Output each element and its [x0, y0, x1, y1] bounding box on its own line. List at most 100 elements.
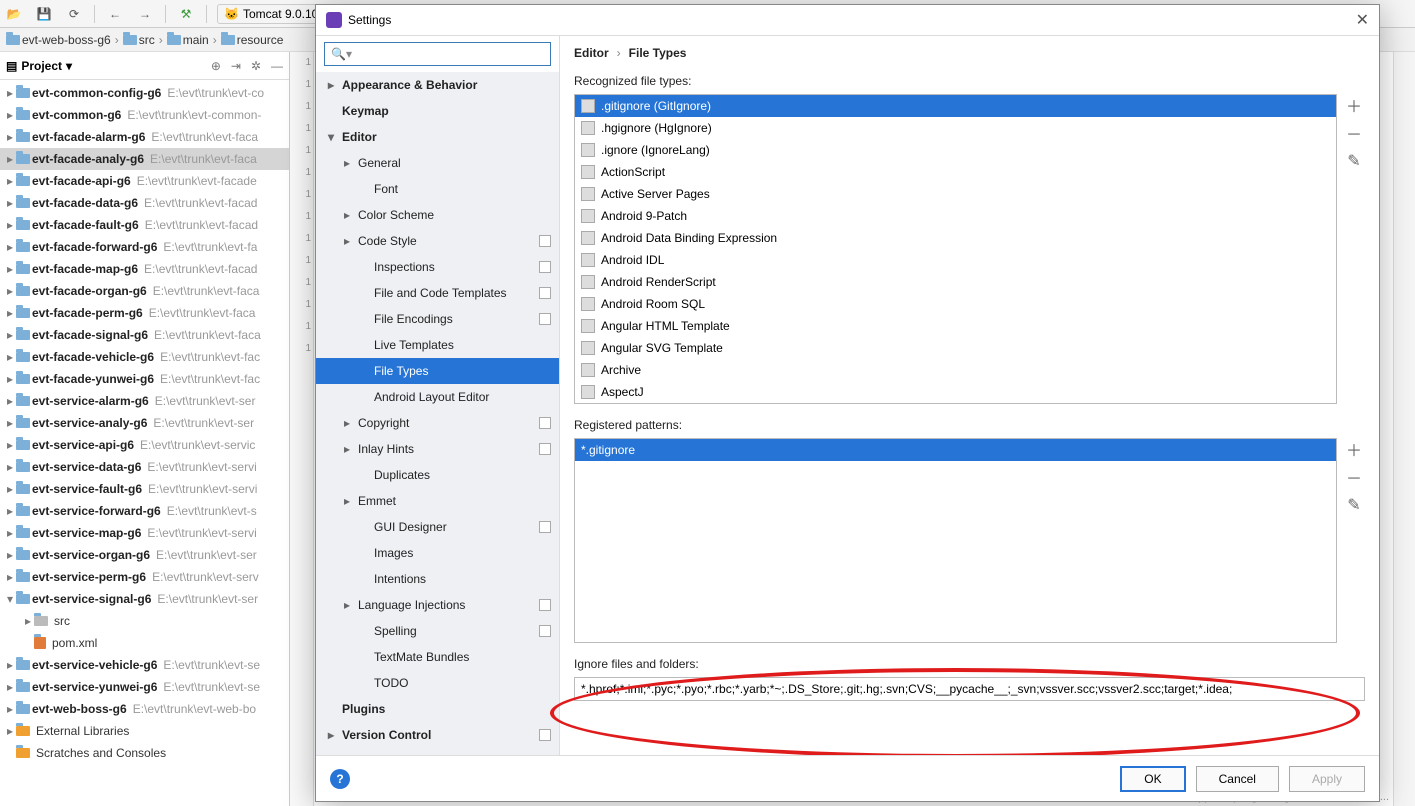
collapse-icon[interactable]: ⇥: [231, 59, 241, 73]
tree-arrow-icon[interactable]: [22, 614, 34, 628]
remove-button[interactable]: －: [1343, 122, 1365, 144]
file-type-row[interactable]: Android Data Binding Expression: [575, 227, 1336, 249]
settings-nav-item[interactable]: Intentions: [316, 566, 559, 592]
tree-row[interactable]: evt-common-g6E:\evt\trunk\evt-common-: [0, 104, 289, 126]
tree-row[interactable]: evt-service-forward-g6E:\evt\trunk\evt-s: [0, 500, 289, 522]
tree-row[interactable]: evt-facade-api-g6E:\evt\trunk\evt-facade: [0, 170, 289, 192]
file-type-row[interactable]: .gitignore (GitIgnore): [575, 95, 1336, 117]
tree-row[interactable]: evt-facade-fault-g6E:\evt\trunk\evt-faca…: [0, 214, 289, 236]
settings-nav-item[interactable]: Inspections: [316, 254, 559, 280]
file-type-row[interactable]: Android 9-Patch: [575, 205, 1336, 227]
tree-row[interactable]: evt-service-vehicle-g6E:\evt\trunk\evt-s…: [0, 654, 289, 676]
settings-nav-item[interactable]: Emmet: [316, 488, 559, 514]
tree-row[interactable]: evt-facade-forward-g6E:\evt\trunk\evt-fa: [0, 236, 289, 258]
tree-arrow-icon[interactable]: [4, 108, 16, 122]
tree-arrow-icon[interactable]: [4, 394, 16, 408]
tree-arrow-icon[interactable]: [4, 724, 16, 738]
tree-row[interactable]: evt-facade-analy-g6E:\evt\trunk\evt-faca: [0, 148, 289, 170]
file-type-row[interactable]: Android IDL: [575, 249, 1336, 271]
tree-arrow-icon[interactable]: [4, 174, 16, 188]
file-type-row[interactable]: Archive: [575, 359, 1336, 381]
settings-nav-item[interactable]: Copyright: [316, 410, 559, 436]
refresh-icon[interactable]: ⟳: [64, 4, 84, 24]
cancel-button[interactable]: Cancel: [1196, 766, 1279, 792]
tree-arrow-icon[interactable]: [4, 460, 16, 474]
tree-row[interactable]: External Libraries: [0, 720, 289, 742]
file-type-row[interactable]: Angular SVG Template: [575, 337, 1336, 359]
settings-nav-item[interactable]: Font: [316, 176, 559, 202]
tree-row[interactable]: evt-service-signal-g6E:\evt\trunk\evt-se…: [0, 588, 289, 610]
tree-row[interactable]: evt-facade-signal-g6E:\evt\trunk\evt-fac…: [0, 324, 289, 346]
file-type-row[interactable]: Android Room SQL: [575, 293, 1336, 315]
tree-arrow-icon[interactable]: [4, 152, 16, 166]
help-icon[interactable]: ?: [330, 769, 350, 789]
tree-arrow-icon[interactable]: [4, 570, 16, 584]
tree-arrow-icon[interactable]: [4, 548, 16, 562]
breadcrumb-item[interactable]: main: [167, 33, 209, 47]
file-type-row[interactable]: ActionScript: [575, 161, 1336, 183]
tree-row[interactable]: evt-service-api-g6E:\evt\trunk\evt-servi…: [0, 434, 289, 456]
tree-arrow-icon[interactable]: [4, 262, 16, 276]
settings-nav-item[interactable]: Plugins: [316, 696, 559, 722]
tree-row[interactable]: evt-service-alarm-g6E:\evt\trunk\evt-ser: [0, 390, 289, 412]
tree-arrow-icon[interactable]: [4, 482, 16, 496]
settings-nav-item[interactable]: Android Layout Editor: [316, 384, 559, 410]
settings-nav-item[interactable]: Images: [316, 540, 559, 566]
tree-arrow-icon[interactable]: [4, 350, 16, 364]
tree-row[interactable]: evt-service-yunwei-g6E:\evt\trunk\evt-se: [0, 676, 289, 698]
tree-row[interactable]: evt-web-boss-g6E:\evt\trunk\evt-web-bo: [0, 698, 289, 720]
settings-nav-item[interactable]: File Encodings: [316, 306, 559, 332]
tree-arrow-icon[interactable]: [4, 86, 16, 100]
tree-row[interactable]: evt-service-data-g6E:\evt\trunk\evt-serv…: [0, 456, 289, 478]
forward-icon[interactable]: →: [135, 4, 155, 24]
settings-nav-list[interactable]: Appearance & BehaviorKeymapEditorGeneral…: [316, 72, 559, 755]
open-icon[interactable]: 📂: [4, 4, 24, 24]
ignore-patterns-input[interactable]: [574, 677, 1365, 701]
settings-nav-item[interactable]: GUI Designer: [316, 514, 559, 540]
settings-nav-item[interactable]: File and Code Templates: [316, 280, 559, 306]
tree-arrow-icon[interactable]: [4, 592, 16, 606]
tree-row[interactable]: src: [0, 610, 289, 632]
patterns-list[interactable]: *.gitignore: [574, 438, 1337, 643]
breadcrumb-item[interactable]: evt-web-boss-g6: [6, 33, 111, 47]
settings-nav-item[interactable]: Appearance & Behavior: [316, 72, 559, 98]
tree-arrow-icon[interactable]: [4, 196, 16, 210]
tree-row[interactable]: Scratches and Consoles: [0, 742, 289, 764]
tree-row[interactable]: pom.xml: [0, 632, 289, 654]
hide-icon[interactable]: —: [271, 59, 283, 73]
pattern-row[interactable]: *.gitignore: [575, 439, 1336, 461]
build-icon[interactable]: ⚒: [176, 4, 196, 24]
file-type-row[interactable]: .ignore (IgnoreLang): [575, 139, 1336, 161]
tree-row[interactable]: evt-facade-perm-g6E:\evt\trunk\evt-faca: [0, 302, 289, 324]
ok-button[interactable]: OK: [1120, 766, 1185, 792]
tree-row[interactable]: evt-facade-yunwei-g6E:\evt\trunk\evt-fac: [0, 368, 289, 390]
tree-row[interactable]: evt-service-map-g6E:\evt\trunk\evt-servi: [0, 522, 289, 544]
tree-arrow-icon[interactable]: [4, 240, 16, 254]
tree-arrow-icon[interactable]: [4, 130, 16, 144]
tree-row[interactable]: evt-facade-data-g6E:\evt\trunk\evt-facad: [0, 192, 289, 214]
file-type-row[interactable]: .hgignore (HgIgnore): [575, 117, 1336, 139]
tree-row[interactable]: evt-service-fault-g6E:\evt\trunk\evt-ser…: [0, 478, 289, 500]
settings-nav-item[interactable]: Code Style: [316, 228, 559, 254]
settings-nav-item[interactable]: File Types: [316, 358, 559, 384]
chevron-down-icon[interactable]: ▾: [66, 59, 72, 73]
settings-nav-item[interactable]: Live Templates: [316, 332, 559, 358]
tree-row[interactable]: evt-service-perm-g6E:\evt\trunk\evt-serv: [0, 566, 289, 588]
tree-arrow-icon[interactable]: [4, 658, 16, 672]
settings-nav-item[interactable]: TODO: [316, 670, 559, 696]
remove-button[interactable]: －: [1343, 466, 1365, 488]
save-all-icon[interactable]: 💾: [34, 4, 54, 24]
tree-row[interactable]: evt-facade-vehicle-g6E:\evt\trunk\evt-fa…: [0, 346, 289, 368]
tree-arrow-icon[interactable]: [4, 372, 16, 386]
add-button[interactable]: ＋: [1343, 438, 1365, 460]
add-button[interactable]: ＋: [1343, 94, 1365, 116]
settings-nav-item[interactable]: General: [316, 150, 559, 176]
settings-nav-item[interactable]: Keymap: [316, 98, 559, 124]
tree-row[interactable]: evt-service-organ-g6E:\evt\trunk\evt-ser: [0, 544, 289, 566]
settings-search-input[interactable]: 🔍▾: [324, 42, 551, 66]
breadcrumb-item[interactable]: src: [123, 33, 155, 47]
file-types-list[interactable]: .gitignore (GitIgnore).hgignore (HgIgnor…: [574, 94, 1337, 404]
settings-nav-item[interactable]: Spelling: [316, 618, 559, 644]
edit-button[interactable]: ✎: [1343, 494, 1365, 516]
tree-arrow-icon[interactable]: [4, 680, 16, 694]
